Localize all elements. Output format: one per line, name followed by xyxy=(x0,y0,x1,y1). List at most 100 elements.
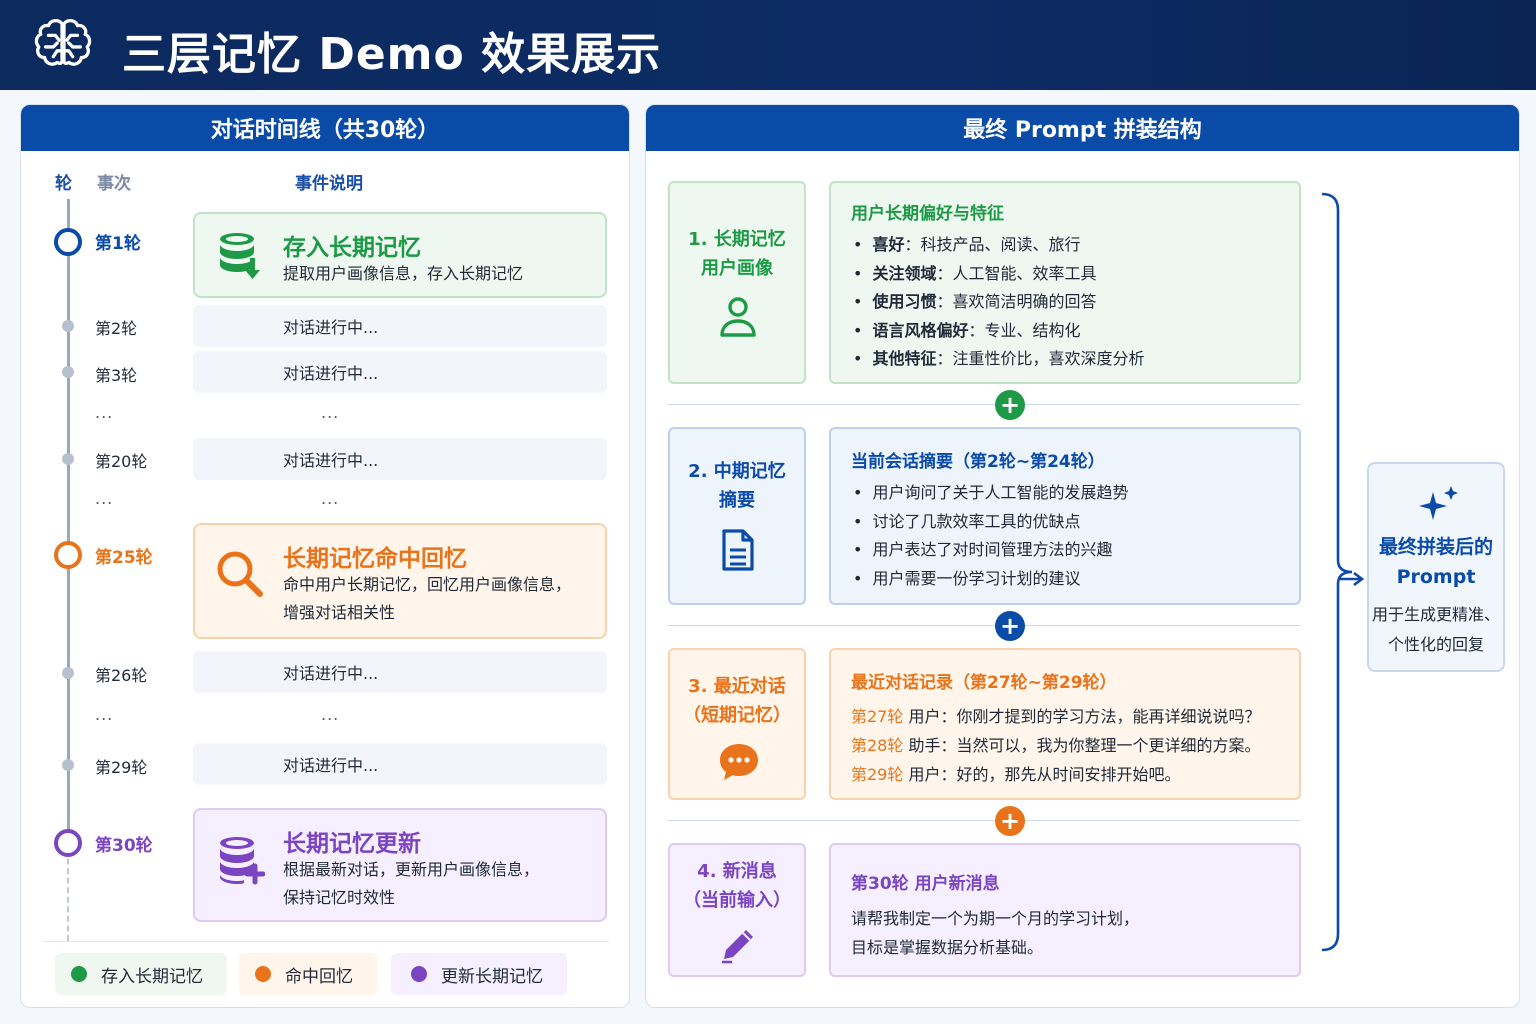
separator xyxy=(668,404,1300,405)
plus-icon: + xyxy=(995,806,1025,836)
layer-sublabel: （当前输入） xyxy=(683,890,791,911)
timeline-node-r3 xyxy=(62,366,74,378)
layer-content-mid-term: 当前会话摘要（第2轮~第24轮） 用户询问了关于人工智能的发展趋势 讨论了几款效… xyxy=(829,427,1301,605)
final-desc-1: 用于生成更精准、 xyxy=(1371,605,1500,624)
column-header-event: 事件说明 xyxy=(295,174,363,194)
content-heading: 用户长期偏好与特征 xyxy=(851,204,1004,224)
separator xyxy=(668,820,1300,821)
layer-sublabel: （短期记忆） xyxy=(683,705,791,726)
timeline-node-r30 xyxy=(54,829,82,857)
list-item: 喜好：科技产品、阅读、旅行 xyxy=(853,231,1144,260)
plus-icon: + xyxy=(995,390,1025,420)
legend-item-store: 存入长期记忆 xyxy=(55,953,227,995)
event-row-r2: 对话进行中... xyxy=(193,305,607,347)
preference-list: 喜好：科技产品、阅读、旅行 关注领域：人工智能、效率工具 使用习惯：喜欢简洁明确… xyxy=(853,231,1144,374)
legend-item-update: 更新长期记忆 xyxy=(391,953,567,995)
final-prompt-card: 最终拼装后的 Prompt 用于生成更精准、 个性化的回复 xyxy=(1367,462,1505,672)
event-desc-recall-1: 命中用户长期记忆，回忆用户画像信息， xyxy=(283,575,572,594)
layer-card-short-term: 3. 最近对话 （短期记忆） xyxy=(668,648,806,800)
ellipsis: ... xyxy=(95,403,114,422)
ellipsis: ... xyxy=(95,489,114,508)
timeline-node-r26 xyxy=(62,667,74,679)
event-desc-recall-2: 增强对话相关性 xyxy=(283,603,396,622)
layer-content-new-message: 第30轮 用户新消息 请帮我制定一个为期一个月的学习计划， 目标是掌握数据分析基… xyxy=(829,843,1301,977)
brain-icon xyxy=(34,19,92,66)
message-line: 目标是掌握数据分析基础。 xyxy=(851,938,1044,957)
layer-content-long-term: 用户长期偏好与特征 喜好：科技产品、阅读、旅行 关注领域：人工智能、效率工具 使… xyxy=(829,181,1301,384)
legend-item-recall: 命中回忆 xyxy=(239,953,377,995)
final-title-2: Prompt xyxy=(1396,566,1476,588)
round-label-r30: 第30轮 xyxy=(95,836,153,856)
list-item: 使用习惯：喜欢简洁明确的回答 xyxy=(853,288,1144,317)
round-label-r29: 第29轮 xyxy=(95,758,148,777)
timeline-dashed-line xyxy=(67,849,69,941)
list-item: 用户表达了对时间管理方法的兴趣 xyxy=(853,536,1128,565)
legend-dot-purple xyxy=(411,966,427,982)
event-card-recall: 长期记忆命中回忆 命中用户长期记忆，回忆用户画像信息， 增强对话相关性 xyxy=(193,523,607,639)
list-item: 用户需要一份学习计划的建议 xyxy=(853,565,1128,594)
layer-card-long-term: 1. 长期记忆 用户画像 xyxy=(668,181,806,384)
prompt-panel-title: 最终 Prompt 拼装结构 xyxy=(646,105,1519,151)
layer-sublabel: 摘要 xyxy=(719,490,755,511)
event-desc-update-2: 保持记忆时效性 xyxy=(283,888,396,907)
list-item: 语言风格偏好：专业、结构化 xyxy=(853,317,1144,346)
final-desc-2: 个性化的回复 xyxy=(1387,635,1484,654)
dialog-line: 第27轮 用户：你刚才提到的学习方法，能再详细说说吗？ xyxy=(851,707,1261,726)
timeline-line xyxy=(67,199,70,849)
separator xyxy=(668,625,1300,626)
round-label-r26: 第26轮 xyxy=(95,666,148,685)
legend-divider xyxy=(43,941,609,942)
event-row-r3: 对话进行中... xyxy=(193,351,607,393)
document-icon xyxy=(722,529,754,571)
layer-label: 4. 新消息 xyxy=(697,861,777,882)
round-label-r25: 第25轮 xyxy=(95,548,153,568)
timeline-node-r2 xyxy=(62,320,74,332)
event-card-store: 存入长期记忆 提取用户画像信息，存入长期记忆 xyxy=(193,212,607,298)
round-label-r20: 第20轮 xyxy=(95,452,148,471)
event-title-update: 长期记忆更新 xyxy=(283,831,421,857)
timeline-node-r25 xyxy=(54,541,82,569)
layer-sublabel: 用户画像 xyxy=(701,258,773,279)
event-desc-update-1: 根据最新对话，更新用户画像信息， xyxy=(283,860,540,879)
round-label-r1: 第1轮 xyxy=(95,234,141,254)
page-title: 三层记忆 Demo 效果展示 xyxy=(122,29,662,80)
event-row-r26: 对话进行中... xyxy=(193,651,607,693)
layer-label: 1. 长期记忆 xyxy=(688,229,786,250)
sparkle-icon xyxy=(1419,486,1458,520)
content-heading: 第30轮 用户新消息 xyxy=(851,874,1000,894)
list-item: 其他特征：注重性价比，喜欢深度分析 xyxy=(853,345,1144,374)
page-header: 三层记忆 Demo 效果展示 xyxy=(0,0,1536,90)
summary-list: 用户询问了关于人工智能的发展趋势 讨论了几款效率工具的优缺点 用户表达了对时间管… xyxy=(853,479,1128,593)
pencil-icon xyxy=(722,930,753,964)
event-card-update: 长期记忆更新 根据最新对话，更新用户画像信息， 保持记忆时效性 xyxy=(193,808,607,922)
ellipsis: ... xyxy=(321,403,340,422)
column-header-turn: 事次 xyxy=(97,174,131,194)
content-heading: 最近对话记录（第27轮~第29轮） xyxy=(851,673,1117,693)
legend-dot-orange xyxy=(255,966,271,982)
column-header-round: 轮 xyxy=(55,174,72,194)
timeline-node-r20 xyxy=(62,453,74,465)
layer-card-mid-term: 2. 中期记忆 摘要 xyxy=(668,427,806,605)
database-add-icon xyxy=(220,837,265,885)
layer-label: 2. 中期记忆 xyxy=(688,461,786,482)
list-item: 用户询问了关于人工智能的发展趋势 xyxy=(853,479,1128,508)
list-item: 关注领域：人工智能、效率工具 xyxy=(853,260,1144,289)
final-title-1: 最终拼装后的 xyxy=(1378,536,1493,558)
content-heading: 当前会话摘要（第2轮~第24轮） xyxy=(851,452,1105,472)
timeline-node-r29 xyxy=(62,759,74,771)
timeline-panel-title: 对话时间线（共30轮） xyxy=(21,105,629,151)
new-message-text: 请帮我制定一个为期一个月的学习计划， 目标是掌握数据分析基础。 xyxy=(851,904,1139,962)
message-line: 请帮我制定一个为期一个月的学习计划， xyxy=(851,909,1140,928)
round-label-r3: 第3轮 xyxy=(95,366,138,385)
dialog-list: 第27轮 用户：你刚才提到的学习方法，能再详细说说吗？ 第28轮 助手：当然可以… xyxy=(851,702,1260,789)
event-desc-store: 提取用户画像信息，存入长期记忆 xyxy=(283,264,524,283)
event-title-recall: 长期记忆命中回忆 xyxy=(283,546,467,572)
search-icon xyxy=(217,551,263,597)
layer-label: 3. 最近对话 xyxy=(688,676,786,697)
dialog-line: 第28轮 助手：当然可以，我为你整理一个更详细的方案。 xyxy=(851,736,1261,755)
user-icon xyxy=(720,297,756,337)
timeline-panel: 对话时间线（共30轮） 轮 事次 事件说明 第1轮 存入长期记忆 提取用户画像信… xyxy=(20,104,630,1008)
layer-content-short-term: 最近对话记录（第27轮~第29轮） 第27轮 用户：你刚才提到的学习方法，能再详… xyxy=(829,648,1301,800)
dialog-line: 第29轮 用户：好的，那先从时间安排开始吧。 xyxy=(851,765,1181,784)
legend-dot-green xyxy=(71,966,87,982)
